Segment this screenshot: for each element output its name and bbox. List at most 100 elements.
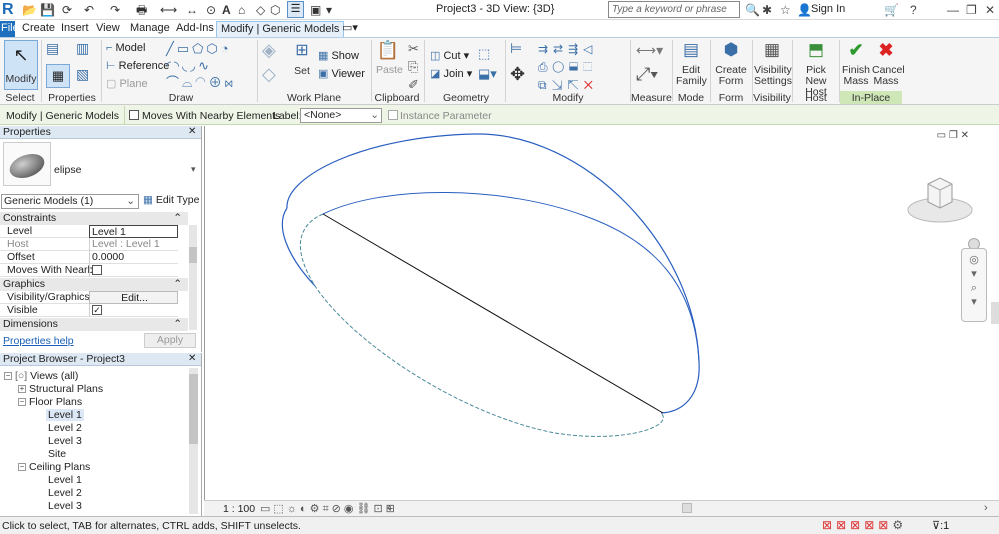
switch-windows-icon[interactable]: ☰ bbox=[287, 1, 304, 18]
instance-parameter-checkbox[interactable] bbox=[388, 110, 398, 120]
select-links-icon[interactable]: ⊠ bbox=[822, 518, 836, 532]
crop-icon[interactable]: ⌗ bbox=[322, 503, 331, 515]
set-button[interactable]: ⊞ Set bbox=[290, 40, 314, 86]
ellipse-model-geometry[interactable] bbox=[205, 126, 999, 500]
minimize-icon[interactable]: — bbox=[947, 2, 959, 18]
reference-line-button[interactable]: ⊢ Reference bbox=[106, 58, 169, 74]
cut-scissors-icon[interactable]: ✂ bbox=[408, 40, 419, 58]
reference-plane-button[interactable]: ▢ Plane bbox=[106, 76, 148, 92]
tab-create[interactable]: Create bbox=[18, 21, 59, 37]
nav-dropdown-icon[interactable]: ▾ bbox=[962, 267, 986, 281]
close-icon[interactable]: ✕ bbox=[985, 2, 995, 18]
constraints-section[interactable]: Constraints ⌃ bbox=[0, 212, 188, 225]
browser-scroll-thumb[interactable] bbox=[189, 374, 198, 444]
view-scale[interactable]: 1 : 100 bbox=[223, 503, 255, 515]
tree-ceiling-level-2[interactable]: Level 2 bbox=[48, 487, 82, 499]
view-control-icons[interactable]: ▭⬚☼◐⚙⌗⊘◉⛓⊡⊞ bbox=[260, 502, 398, 516]
tree-floor-level-1[interactable]: Level 1 bbox=[46, 409, 84, 421]
modify-row-1[interactable]: ⇉⇄⇶◁ bbox=[538, 40, 628, 58]
family-types-icon[interactable]: ▥ bbox=[76, 40, 89, 57]
open-icon[interactable]: 📂 bbox=[22, 2, 37, 18]
select-pinned-icon[interactable]: ⊠ bbox=[850, 518, 864, 532]
tab-modify-generic-models[interactable]: Modify | Generic Models bbox=[216, 21, 345, 37]
visibility-edit-button[interactable]: Edit... bbox=[89, 291, 178, 304]
aligned-dimension-icon[interactable]: ⤢▾ bbox=[636, 64, 658, 85]
type-properties-icon[interactable]: ▦ bbox=[46, 64, 70, 88]
inner-ellipse-back-curve[interactable] bbox=[322, 191, 700, 363]
tree-floor-level-3[interactable]: Level 3 bbox=[48, 435, 82, 447]
background-processes-icon[interactable]: ⚙ bbox=[892, 518, 907, 532]
paint-icon[interactable]: ⬓▾ bbox=[478, 64, 497, 84]
shadows-icon[interactable]: ◐ bbox=[300, 503, 310, 515]
browser-close-icon[interactable]: ✕ bbox=[188, 353, 196, 364]
move-icon[interactable]: ✥ bbox=[510, 64, 525, 85]
pick-new-host-button[interactable]: ⬒ Pick New Host bbox=[796, 40, 836, 98]
tab-manage[interactable]: Manage bbox=[126, 21, 174, 37]
dimensions-section[interactable]: Dimensions ⌃ bbox=[0, 318, 188, 331]
modify-row-2[interactable]: ⎙◯⬓⬚ bbox=[538, 58, 628, 76]
outer-ellipse-left-edge[interactable] bbox=[281, 207, 316, 287]
tab-view[interactable]: View bbox=[92, 21, 124, 37]
dimension-icon[interactable]: ↔ bbox=[186, 2, 198, 18]
moves-with-nearby-checkbox[interactable] bbox=[129, 110, 139, 120]
draw-shape-row-2[interactable]: ◜◝◟◞∿ bbox=[166, 57, 246, 74]
tree-floor-site[interactable]: Site bbox=[48, 448, 66, 460]
measure-between-icon[interactable]: ⟷▾ bbox=[636, 42, 663, 59]
cancel-mass-button[interactable]: ✖ Cancel Mass bbox=[872, 40, 905, 87]
canvas-close-icon[interactable]: ✕ bbox=[961, 130, 969, 141]
navigation-bar[interactable]: ◎ ▾ ⌕ ▾ bbox=[961, 248, 987, 322]
qat-dropdown-icon[interactable]: ▾ bbox=[326, 2, 332, 18]
type-selector-chevron-icon[interactable]: ▾ bbox=[191, 164, 196, 175]
redo-icon[interactable]: ↷ bbox=[110, 2, 120, 18]
tab-extra-dropdown[interactable]: ▭▾ bbox=[338, 21, 362, 37]
delete-icon[interactable]: ✕ bbox=[584, 78, 598, 92]
work-plane-icon[interactable]: ◇ bbox=[262, 64, 276, 85]
horizontal-scroll-thumb[interactable] bbox=[682, 503, 692, 513]
tab-file[interactable]: File bbox=[0, 21, 19, 37]
render-icon[interactable]: ⚙ bbox=[310, 503, 323, 515]
collapse-toggle-icon[interactable]: − bbox=[18, 463, 26, 472]
view-cube-icon[interactable] bbox=[904, 170, 976, 226]
temp-hide-icon[interactable]: ◉ bbox=[344, 503, 357, 515]
zoom-icon[interactable]: ⌕ bbox=[962, 281, 986, 295]
tree-ceiling-plans[interactable]: − Ceiling Plans bbox=[18, 461, 90, 473]
offset-field[interactable]: 0.0000 bbox=[89, 251, 178, 264]
tree-views-all[interactable]: − [○] Views (all) bbox=[4, 370, 78, 382]
3d-view-icon[interactable]: ⌂ bbox=[238, 2, 245, 18]
paste-button[interactable]: 📋 Paste bbox=[376, 40, 403, 86]
analytical-icon[interactable]: ⊡ bbox=[373, 503, 385, 515]
finish-mass-button[interactable]: ✔ Finish Mass bbox=[842, 40, 870, 87]
cut-geometry-button[interactable]: ◫ Cut ▾ bbox=[430, 48, 469, 64]
tree-floor-level-2[interactable]: Level 2 bbox=[48, 422, 82, 434]
geometry-extra-tools[interactable]: ⬚ ⬓▾ bbox=[478, 44, 497, 84]
search-input[interactable]: Type a keyword or phrase bbox=[608, 1, 740, 18]
text-icon[interactable]: A bbox=[222, 2, 231, 18]
inner-ellipse-front-curve[interactable] bbox=[299, 213, 664, 437]
cart-icon[interactable]: 🛒 bbox=[884, 2, 899, 18]
scroll-left-icon[interactable]: ‹ bbox=[387, 502, 391, 514]
drag-elements-icon[interactable]: ⊠ bbox=[878, 518, 892, 532]
select-by-face-icon[interactable]: ⊠ bbox=[864, 518, 878, 532]
collapse-toggle-icon[interactable]: − bbox=[18, 398, 26, 407]
properties-icon[interactable]: ▤ bbox=[46, 40, 59, 57]
binoculars-icon[interactable]: 🔍 bbox=[745, 2, 760, 18]
status-icons[interactable]: ⊠⊠⊠⊠⊠⚙ bbox=[822, 518, 907, 532]
graphics-section[interactable]: Graphics ⌃ bbox=[0, 278, 188, 291]
close-hidden-icon[interactable]: ▣ bbox=[310, 2, 321, 18]
collapse-toggle-icon[interactable]: − bbox=[4, 372, 12, 381]
label-select[interactable]: <None> ⌄ bbox=[300, 108, 382, 123]
restore-icon[interactable]: ❐ bbox=[966, 2, 977, 18]
steering-wheel-icon[interactable]: ◎ bbox=[962, 253, 986, 267]
section-icon[interactable]: ◇ bbox=[256, 2, 265, 18]
split-face-icon[interactable]: ⬚ bbox=[478, 44, 497, 64]
family-category-icon[interactable]: ▧ bbox=[76, 66, 89, 83]
tab-insert[interactable]: Insert bbox=[57, 21, 93, 37]
visible-checkbox[interactable]: ✓ bbox=[92, 305, 102, 315]
edit-family-button[interactable]: ▤ Edit Family bbox=[676, 40, 707, 87]
expand-toggle-icon[interactable]: + bbox=[18, 385, 26, 394]
print-icon[interactable]: 🖶 bbox=[136, 2, 147, 18]
align-icon[interactable]: ⊨ bbox=[510, 40, 522, 57]
modify-tools-grid[interactable]: ⇉⇄⇶◁ ⎙◯⬓⬚ ⧉⇲⇱✕ bbox=[538, 40, 628, 94]
show-button[interactable]: ▦ Show bbox=[318, 48, 359, 64]
clipboard-tools[interactable]: ✂ ⎘ ✐ bbox=[408, 40, 419, 94]
